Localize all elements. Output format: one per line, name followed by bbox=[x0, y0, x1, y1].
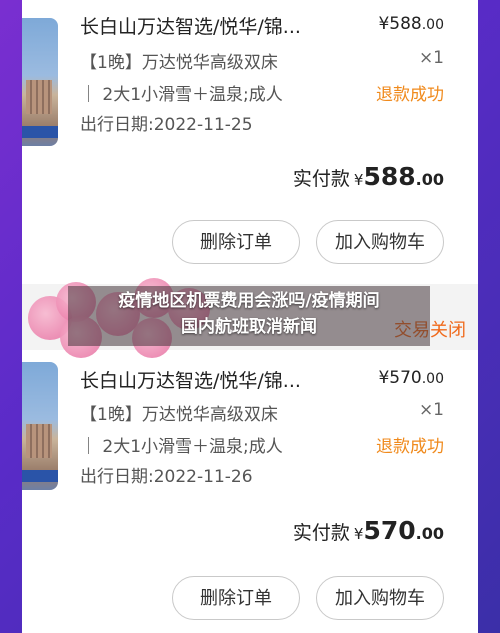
banner-line-2: 国内航班取消新闻 bbox=[181, 317, 317, 337]
spec-room: 【1晚】万达悦华高级双床 bbox=[80, 405, 278, 425]
news-banner-text[interactable]: 疫情地区机票费用会涨吗/疫情期间 国内航班取消新闻 bbox=[68, 288, 430, 340]
add-to-cart-button[interactable]: 加入购物车 bbox=[316, 576, 444, 620]
refund-status[interactable]: 退款成功 bbox=[376, 80, 444, 105]
paid-total: 实付款 ¥570.00 bbox=[292, 516, 444, 545]
travel-date: 出行日期:2022-11-26 bbox=[80, 467, 253, 487]
refund-status[interactable]: 退款成功 bbox=[376, 432, 444, 457]
delete-order-button[interactable]: 删除订单 bbox=[172, 220, 300, 264]
spec-package: ｜ 2大1小滑雪＋温泉;成人 bbox=[80, 85, 283, 105]
banner-line-1: 疫情地区机票费用会涨吗/疫情期间 bbox=[118, 291, 380, 311]
hotel-thumbnail[interactable] bbox=[22, 362, 58, 490]
order-card[interactable]: 长白山万达智选/悦华/锦... ¥588.00 【1晚】万达悦华高级双床 ×1 … bbox=[22, 0, 478, 284]
spec-room: 【1晚】万达悦华高级双床 bbox=[80, 53, 278, 73]
add-to-cart-button[interactable]: 加入购物车 bbox=[316, 220, 444, 264]
paid-total: 实付款 ¥588.00 bbox=[292, 162, 444, 191]
product-title[interactable]: 长白山万达智选/悦华/锦... bbox=[80, 12, 301, 39]
travel-date: 出行日期:2022-11-25 bbox=[80, 115, 253, 135]
product-title[interactable]: 长白山万达智选/悦华/锦... bbox=[80, 366, 301, 393]
hotel-thumbnail[interactable] bbox=[22, 18, 58, 146]
unit-price: ¥570.00 bbox=[378, 368, 444, 388]
delete-order-button[interactable]: 删除订单 bbox=[172, 576, 300, 620]
unit-price: ¥588.00 bbox=[378, 14, 444, 34]
order-card[interactable]: 长白山万达智选/悦华/锦... ¥570.00 【1晚】万达悦华高级双床 ×1 … bbox=[22, 350, 478, 633]
quantity: ×1 bbox=[418, 400, 444, 420]
quantity: ×1 bbox=[418, 48, 444, 68]
spec-package: ｜ 2大1小滑雪＋温泉;成人 bbox=[80, 437, 283, 457]
